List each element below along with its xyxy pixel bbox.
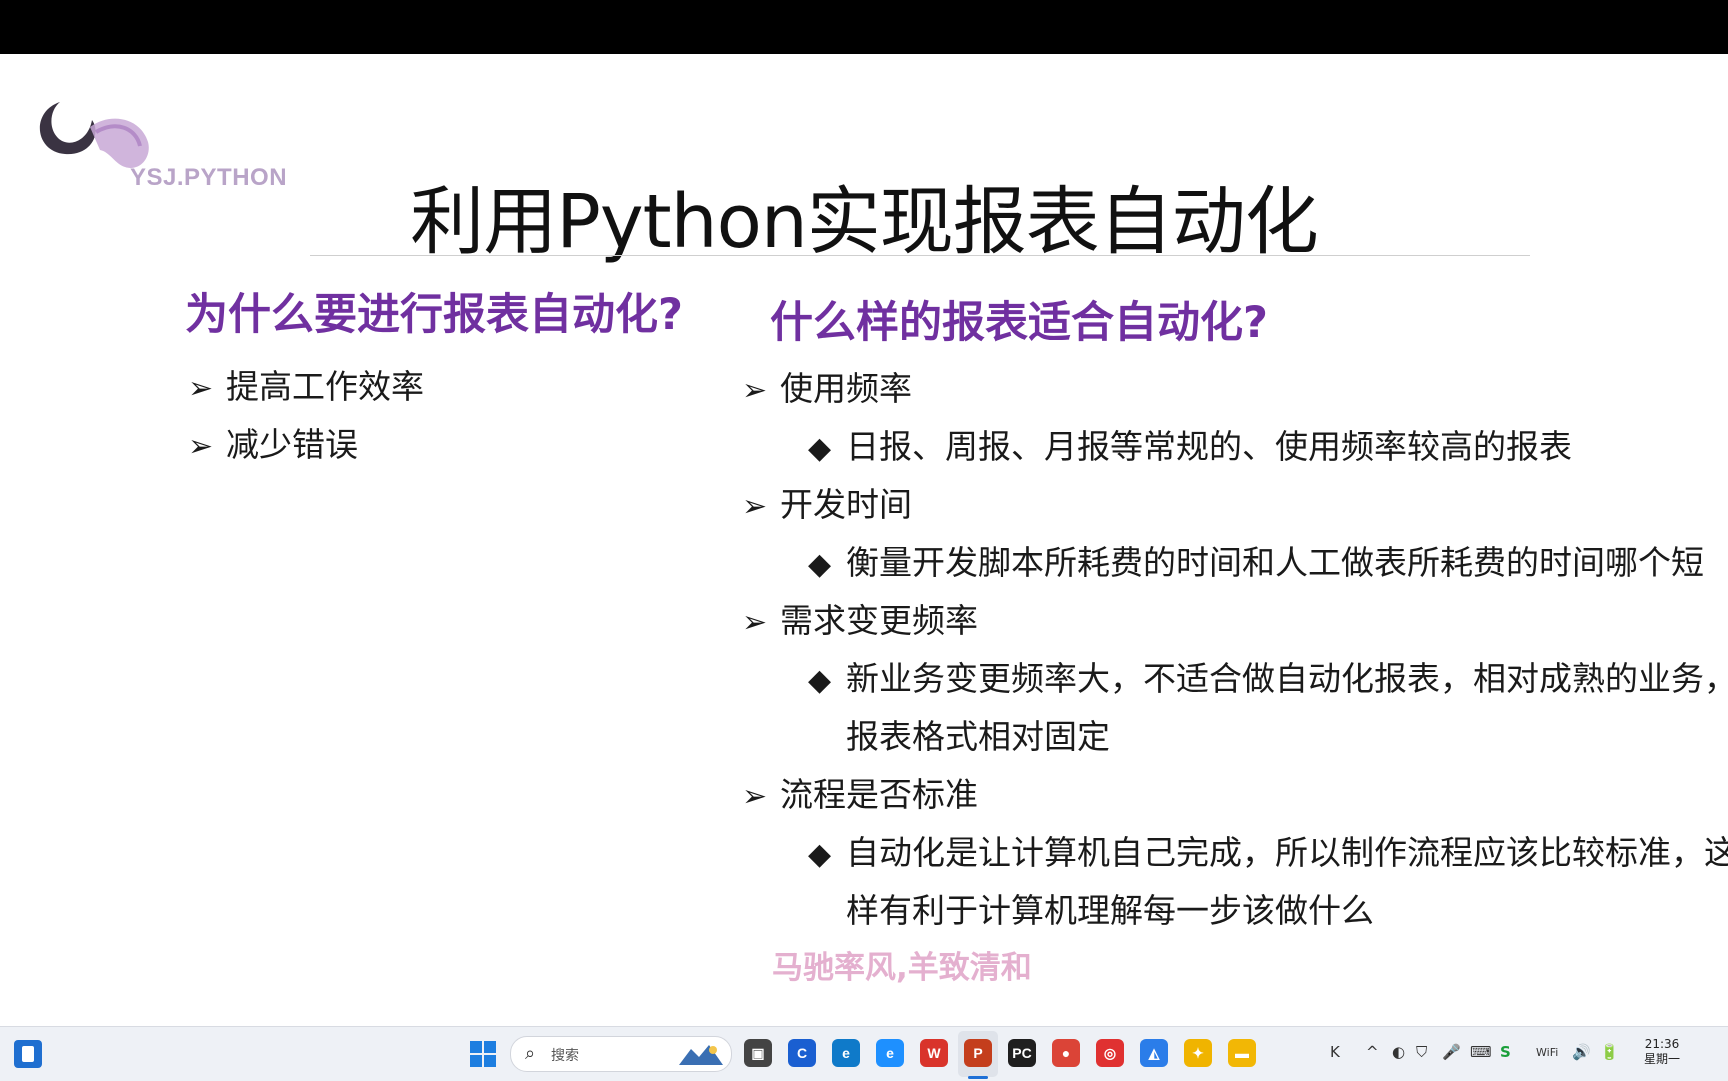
right-bullet: ➢ 使用频率: [742, 362, 912, 410]
right-sub-text: 新业务变更频率大，不适合做自动化报表，相对成熟的业务，: [846, 659, 1728, 698]
diamond-bullet-icon: ◆: [808, 663, 832, 698]
right-bullet-text: 开发时间: [780, 485, 912, 524]
edge-icon[interactable]: e: [832, 1039, 860, 1067]
edge-legacy-icon[interactable]: e: [876, 1039, 904, 1067]
tray-shield-icon[interactable]: ⛉: [1416, 1043, 1427, 1061]
right-bullet-text: 使用频率: [780, 369, 912, 408]
left-item: ➢ 提高工作效率: [188, 360, 424, 408]
task-view-icon[interactable]: ▣: [744, 1039, 772, 1067]
microphone-icon[interactable]: 🎤: [1442, 1043, 1461, 1061]
right-bullet: ➢ 开发时间: [742, 478, 912, 526]
left-heading: 为什么要进行报表自动化?: [185, 290, 683, 340]
tray-app-icon[interactable]: ◐: [1392, 1043, 1405, 1061]
left-item: ➢ 减少错误: [188, 418, 358, 466]
app-green-icon[interactable]: ✦: [1184, 1039, 1212, 1067]
right-heading: 什么样的报表适合自动化?: [770, 298, 1268, 348]
app-blue-c-icon[interactable]: C: [788, 1039, 816, 1067]
wps-icon[interactable]: W: [920, 1039, 948, 1067]
arrow-bullet-icon: ➢: [742, 779, 768, 814]
arrow-bullet-icon: ➢: [188, 371, 214, 406]
start-button[interactable]: [470, 1041, 496, 1067]
right-sub-text: 衡量开发脚本所耗费的时间和人工做表所耗费的时间哪个短: [846, 543, 1704, 582]
right-sub-continuation: 报表格式相对固定: [846, 717, 1110, 756]
right-sub-text: 自动化是让计算机自己完成，所以制作流程应该比较标准，这: [846, 833, 1728, 872]
right-sub-item: ◆ 日报、周报、月报等常规的、使用频率较高的报表: [808, 420, 1572, 468]
pycharm-icon[interactable]: PC: [1008, 1039, 1036, 1067]
arrow-bullet-icon: ➢: [188, 429, 214, 464]
right-sub-item: ◆ 新业务变更频率大，不适合做自动化报表，相对成熟的业务，: [808, 652, 1728, 700]
right-sub-item: ◆ 衡量开发脚本所耗费的时间和人工做表所耗费的时间哪个短: [808, 536, 1704, 584]
clock-time: 21:36: [1644, 1037, 1680, 1051]
right-bullet-text: 流程是否标准: [780, 775, 978, 814]
right-sub-continuation: 样有利于计算机理解每一步该做什么: [846, 891, 1374, 930]
slogan: 马驰率风,羊致清和: [772, 950, 1032, 986]
search-highlight-icon: [679, 1045, 723, 1065]
search-icon: ⌕: [525, 1043, 536, 1064]
right-sub-item: ◆ 自动化是让计算机自己完成，所以制作流程应该比较标准，这: [808, 826, 1728, 874]
diamond-bullet-icon: ◆: [808, 431, 832, 466]
file-explorer-icon[interactable]: ▬: [1228, 1039, 1256, 1067]
system-clock[interactable]: 21:36 星期一: [1644, 1037, 1680, 1067]
tray-k-icon[interactable]: K: [1330, 1043, 1340, 1061]
taskbar-search[interactable]: ⌕ 搜索: [510, 1036, 732, 1072]
widgets-icon[interactable]: [14, 1040, 42, 1068]
slide-title: 利用Python实现报表自动化: [410, 179, 1319, 265]
diamond-bullet-icon: ◆: [808, 547, 832, 582]
arrow-bullet-icon: ➢: [742, 373, 768, 408]
tray-overflow-icon[interactable]: ^: [1366, 1043, 1379, 1061]
volume-icon[interactable]: 🔊: [1572, 1043, 1591, 1061]
arrow-bullet-icon: ➢: [742, 489, 768, 524]
title-divider: [310, 255, 1530, 256]
arrow-bullet-icon: ➢: [742, 605, 768, 640]
right-bullet: ➢ 流程是否标准: [742, 768, 978, 816]
chrome-icon[interactable]: ●: [1052, 1039, 1080, 1067]
powerpoint-icon[interactable]: P: [964, 1039, 992, 1067]
right-bullet: ➢ 需求变更频率: [742, 594, 978, 642]
left-item-text: 减少错误: [226, 425, 358, 464]
search-placeholder: 搜索: [551, 1048, 579, 1064]
app-image-icon[interactable]: ◭: [1140, 1039, 1168, 1067]
app-red-icon[interactable]: ◎: [1096, 1039, 1124, 1067]
tray-s-icon[interactable]: S: [1500, 1043, 1511, 1061]
taskbar: ⌕ 搜索 ▣ Ce e W P PC ● ◎ ◭ ✦ ▬ K ^ ◐ ⛉ 🎤 ⌨ S WiFi 🔊 …: [0, 1026, 1728, 1081]
wifi-icon[interactable]: WiFi: [1536, 1046, 1558, 1059]
active-app-indicator: [968, 1076, 988, 1079]
battery-icon[interactable]: 🔋: [1600, 1043, 1619, 1061]
presentation-slide: YSJ.PYTHON 利用Python实现报表自动化 为什么要进行报表自动化? …: [0, 54, 1728, 1026]
keyboard-icon[interactable]: ⌨: [1470, 1043, 1492, 1061]
clock-date: 星期一: [1644, 1052, 1681, 1066]
right-bullet-text: 需求变更频率: [780, 601, 978, 640]
left-item-text: 提高工作效率: [226, 367, 424, 406]
right-sub-text: 日报、周报、月报等常规的、使用频率较高的报表: [846, 427, 1572, 466]
diamond-bullet-icon: ◆: [808, 837, 832, 872]
